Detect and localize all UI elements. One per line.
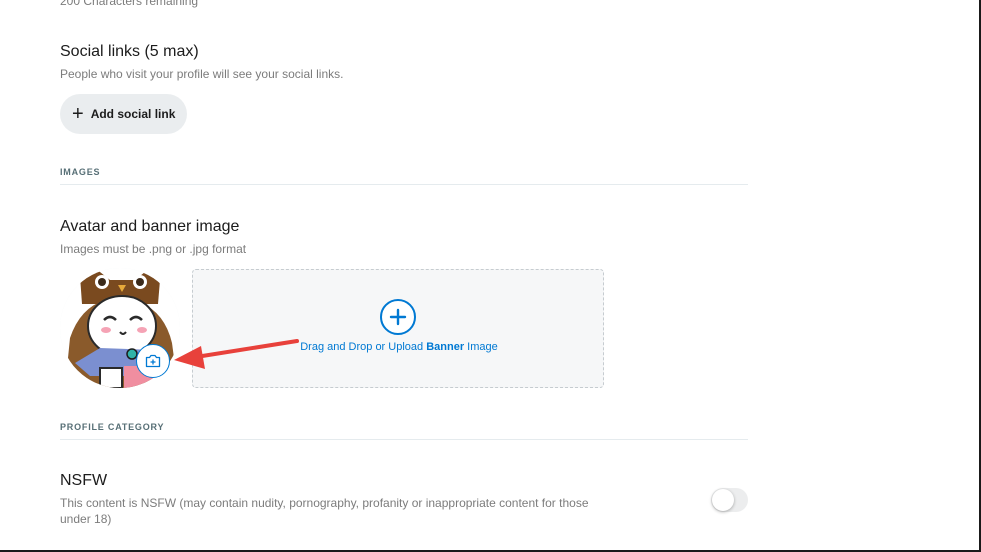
profile-category-header: PROFILE CATEGORY	[60, 422, 165, 432]
banner-text-after: Image	[464, 341, 498, 353]
plus-icon: +	[72, 103, 84, 125]
camera-plus-icon	[145, 354, 161, 368]
add-social-link-label: Add social link	[90, 107, 176, 121]
nsfw-toggle-knob	[712, 489, 734, 511]
images-divider	[60, 184, 748, 185]
social-links-description: People who visit your profile will see y…	[60, 67, 344, 81]
banner-text-before: Drag and Drop or Upload	[300, 341, 427, 353]
about-chars-remaining: 200 Characters remaining	[60, 0, 199, 8]
profile-category-divider	[60, 439, 748, 440]
images-section-header: IMAGES	[60, 167, 101, 177]
plus-circle-icon	[380, 299, 416, 335]
avatar-banner-title: Avatar and banner image	[60, 218, 240, 235]
avatar-banner-description: Images must be .png or .jpg format	[60, 242, 247, 256]
edit-avatar-button[interactable]	[136, 344, 170, 378]
nsfw-title: NSFW	[60, 472, 108, 489]
add-social-link-button[interactable]: + Add social link	[60, 94, 187, 134]
social-links-title: Social links (5 max)	[60, 43, 199, 60]
banner-upload-dropzone[interactable]: Drag and Drop or Upload Banner Image	[192, 269, 604, 388]
nsfw-description: This content is NSFW (may contain nudity…	[60, 496, 589, 526]
banner-upload-text: Drag and Drop or Upload Banner Image	[193, 341, 605, 353]
banner-text-bold: Banner	[426, 341, 465, 353]
nsfw-toggle[interactable]	[711, 488, 748, 512]
